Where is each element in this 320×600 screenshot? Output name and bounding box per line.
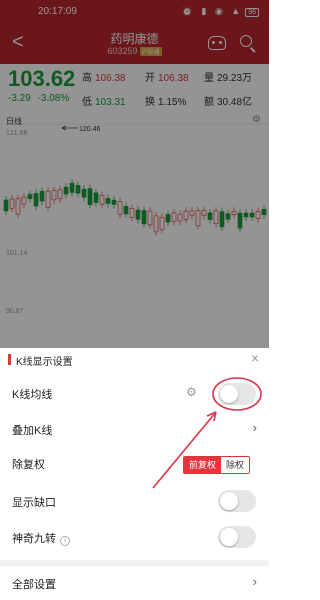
row-label: 显示缺口 (12, 497, 56, 509)
kline-settings-sheet: K线显示设置 × K线均线 ⚙ 叠加K线 › 除复权 前复权 除权 显示缺口 神… (0, 348, 269, 600)
close-icon[interactable]: × (251, 351, 259, 365)
row-label: 全部设置 (12, 579, 56, 591)
row-label-text: 神奇九转 (12, 533, 56, 545)
toggle-knob (220, 492, 238, 510)
title-accent-bar (8, 354, 11, 365)
row-all-settings[interactable]: 全部设置 › (0, 568, 269, 600)
forward-adjust-button[interactable]: 前复权 (184, 457, 222, 473)
section-divider (0, 560, 269, 566)
row-magic-nine: 神奇九转 i (0, 522, 269, 554)
gap-toggle[interactable] (218, 490, 256, 512)
sheet-title: K线显示设置 (16, 357, 73, 368)
dim-overlay[interactable] (0, 0, 269, 348)
chevron-right-icon: › (252, 574, 257, 589)
row-label: K线均线 (12, 389, 53, 401)
magic-nine-toggle[interactable] (218, 526, 256, 548)
adjust-segmented-control: 前复权 除权 (183, 456, 251, 474)
row-label: 叠加K线 (12, 425, 53, 437)
chevron-right-icon: › (252, 420, 257, 435)
row-kline-ma: K线均线 ⚙ (0, 378, 269, 410)
row-adjust: 除复权 前复权 除权 (0, 448, 269, 480)
sheet-header: K线显示设置 × (0, 348, 269, 372)
ma-toggle[interactable] (218, 383, 256, 405)
info-icon[interactable]: i (60, 536, 70, 546)
toggle-knob (220, 528, 238, 546)
row-show-gap: 显示缺口 (0, 486, 269, 518)
row-label: 除复权 (12, 459, 45, 471)
ma-settings-gear-icon[interactable]: ⚙ (186, 385, 197, 399)
toggle-knob (220, 385, 238, 403)
ex-right-button[interactable]: 除权 (221, 457, 250, 473)
row-label: 神奇九转 i (12, 530, 70, 546)
row-overlay-kline[interactable]: 叠加K线 › (0, 414, 269, 446)
